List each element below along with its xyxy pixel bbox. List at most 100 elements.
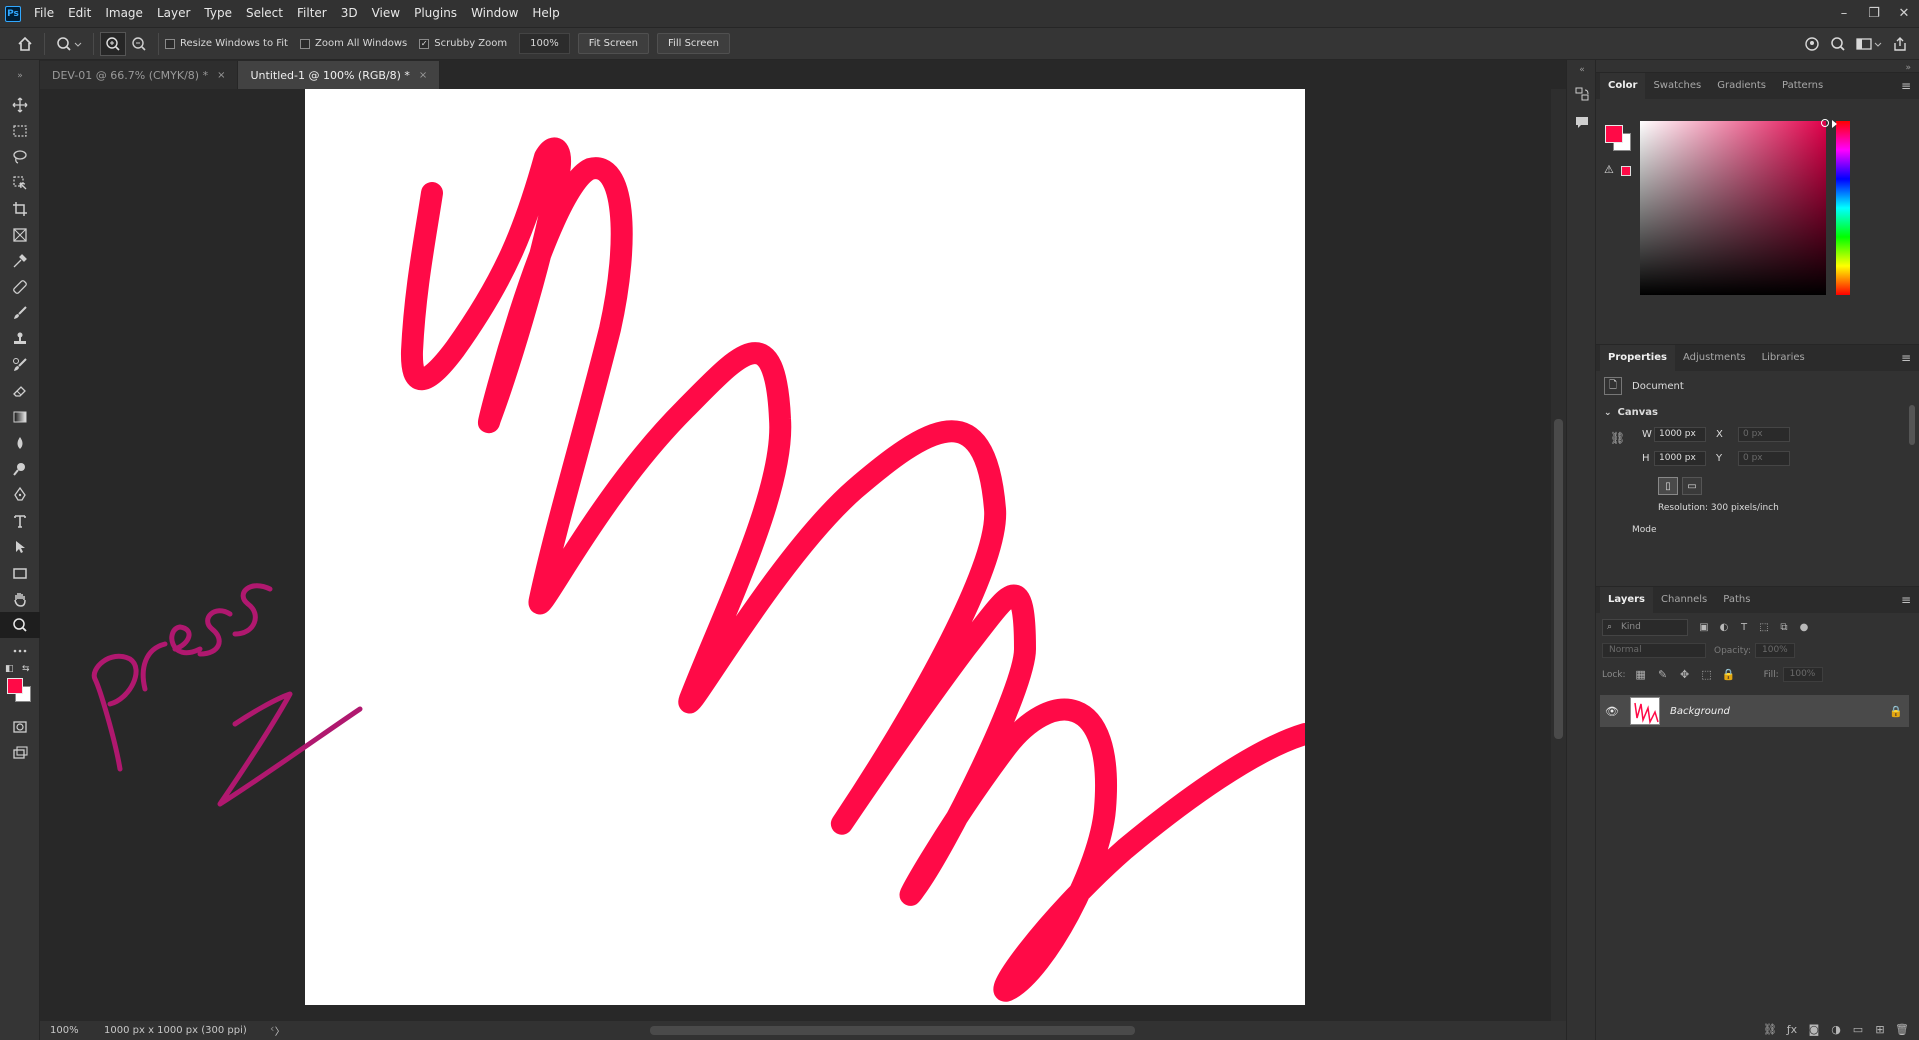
hue-slider-marker[interactable] [1832,120,1837,128]
document-workspace[interactable] [40,89,1551,1021]
zoom-tool-preset-icon[interactable] [51,32,87,56]
clone-stamp-tool-icon[interactable] [0,326,40,352]
menu-file[interactable]: File [27,0,61,27]
type-filter-icon[interactable]: T [1734,619,1754,636]
checkbox-box[interactable] [165,38,175,49]
tab-color[interactable]: Color [1600,73,1646,99]
tab-dev-01[interactable]: DEV-01 @ 66.7% (CMYK/8) * × [40,61,239,89]
menu-3d[interactable]: 3D [334,0,365,27]
share-icon[interactable] [1887,32,1913,56]
layer-lock-icon[interactable]: 🔒 [1883,705,1909,718]
swap-colors-icon[interactable]: ⇆ [22,664,30,674]
menu-filter[interactable]: Filter [290,0,334,27]
pen-tool-icon[interactable] [0,482,40,508]
checkbox-box[interactable] [299,38,310,49]
menu-plugins[interactable]: Plugins [407,0,464,27]
marquee-tool-icon[interactable] [0,118,40,144]
zoom-in-icon[interactable] [100,31,126,56]
adjustment-filter-icon[interactable]: ◐ [1714,619,1734,636]
menu-select[interactable]: Select [239,0,290,27]
layer-name[interactable]: Background [1670,706,1883,717]
layer-kind-filter[interactable]: ⌕ Kind [1602,619,1688,636]
zoom-all-windows-checkbox[interactable]: Zoom All Windows [299,38,407,49]
y-field[interactable]: 0 px [1738,451,1790,466]
panel-menu-icon[interactable]: ≡ [1901,73,1911,99]
home-icon[interactable] [12,32,38,56]
comments-panel-icon[interactable] [1567,108,1597,136]
tab-swatches[interactable]: Swatches [1645,73,1709,99]
crop-tool-icon[interactable] [0,196,40,222]
layer-style-icon[interactable]: ƒx [1781,1023,1803,1036]
scroll-left-icon[interactable]: ‹ [270,1022,274,1035]
panel-foreground-swatch[interactable] [1605,125,1623,143]
hue-slider[interactable] [1836,121,1850,295]
hand-tool-icon[interactable] [0,586,40,612]
tab-properties[interactable]: Properties [1600,345,1675,371]
lock-pixels-icon[interactable]: ✎ [1652,668,1674,681]
width-field[interactable]: 1000 px [1654,427,1706,442]
quick-mask-icon[interactable] [0,714,40,740]
vertical-scrollbar[interactable] [1551,89,1566,1021]
menu-view[interactable]: View [365,0,407,27]
portrait-orientation-icon[interactable]: ▯ [1658,477,1678,495]
delete-layer-icon[interactable]: 🗑 [1891,1023,1913,1036]
move-tool-icon[interactable] [0,92,40,118]
expand-panels-icon[interactable]: « [1567,60,1597,80]
x-field[interactable]: 0 px [1738,427,1790,442]
fit-screen-button[interactable]: Fit Screen [577,33,650,54]
menu-image[interactable]: Image [98,0,150,27]
fill-screen-button[interactable]: Fill Screen [657,33,730,54]
zoom-value-field[interactable]: 100% [519,33,570,54]
adjustment-layer-icon[interactable]: ◑ [1825,1023,1847,1036]
close-tab-icon[interactable]: × [419,70,427,81]
shape-filter-icon[interactable]: ⬚ [1754,619,1774,636]
status-zoom[interactable]: 100% [50,1025,90,1036]
lock-position-icon[interactable]: ✥ [1674,668,1696,681]
tab-layers[interactable]: Layers [1600,587,1653,613]
default-colors-icon[interactable]: ◧ [5,664,14,674]
tab-channels[interactable]: Channels [1653,587,1715,613]
properties-scroll-thumb[interactable] [1909,405,1915,445]
tab-untitled-1[interactable]: Untitled-1 @ 100% (RGB/8) * × [238,61,441,89]
tab-patterns[interactable]: Patterns [1774,73,1831,99]
close-tab-icon[interactable]: × [217,70,225,81]
document-canvas[interactable] [305,89,1316,1005]
eyedropper-tool-icon[interactable] [0,248,40,274]
cloud-account-icon[interactable] [1799,32,1825,56]
zoom-out-icon[interactable] [126,32,152,56]
rectangle-tool-icon[interactable] [0,560,40,586]
eraser-tool-icon[interactable] [0,378,40,404]
fill-field[interactable]: 100% [1782,667,1823,682]
tab-paths[interactable]: Paths [1715,587,1758,613]
menu-layer[interactable]: Layer [150,0,197,27]
frame-tool-icon[interactable] [0,222,40,248]
lock-transparency-icon[interactable]: ▦ [1630,668,1652,681]
gamut-warning-icon[interactable]: ⚠ [1604,163,1614,176]
menu-help[interactable]: Help [525,0,566,27]
visibility-eye-icon[interactable]: 👁 [1600,705,1624,718]
close-window-button[interactable]: ✕ [1889,0,1919,27]
checkbox-checked-box[interactable]: ✓ [419,38,430,49]
color-picker-marker[interactable] [1821,119,1829,127]
foreground-color-swatch[interactable] [7,678,23,694]
smart-object-filter-icon[interactable]: ⧉ [1774,619,1794,636]
tab-libraries[interactable]: Libraries [1754,345,1813,371]
horizontal-scrollbar[interactable]: ‹ › [270,1022,1570,1035]
panel-menu-icon[interactable]: ≡ [1901,345,1911,371]
lock-artboard-icon[interactable]: ⬚ [1696,668,1718,681]
brush-tool-icon[interactable] [0,300,40,326]
layer-row-background[interactable]: 👁 Background 🔒 [1600,695,1909,727]
lasso-tool-icon[interactable] [0,144,40,170]
tab-gradients[interactable]: Gradients [1709,73,1774,99]
opacity-field[interactable]: 100% [1755,643,1795,658]
search-icon[interactable] [1825,32,1851,56]
blend-mode-select[interactable]: Normal [1602,643,1706,658]
filter-toggle-icon[interactable]: ● [1794,619,1814,636]
new-layer-icon[interactable]: ⊞ [1869,1023,1891,1036]
vertical-scroll-thumb[interactable] [1554,419,1563,739]
restore-button[interactable]: ❐ [1859,0,1889,27]
menu-window[interactable]: Window [464,0,525,27]
link-layers-icon[interactable]: ⛓ [1759,1023,1781,1036]
gamut-color-swatch[interactable] [1621,166,1631,176]
height-field[interactable]: 1000 px [1654,451,1706,466]
